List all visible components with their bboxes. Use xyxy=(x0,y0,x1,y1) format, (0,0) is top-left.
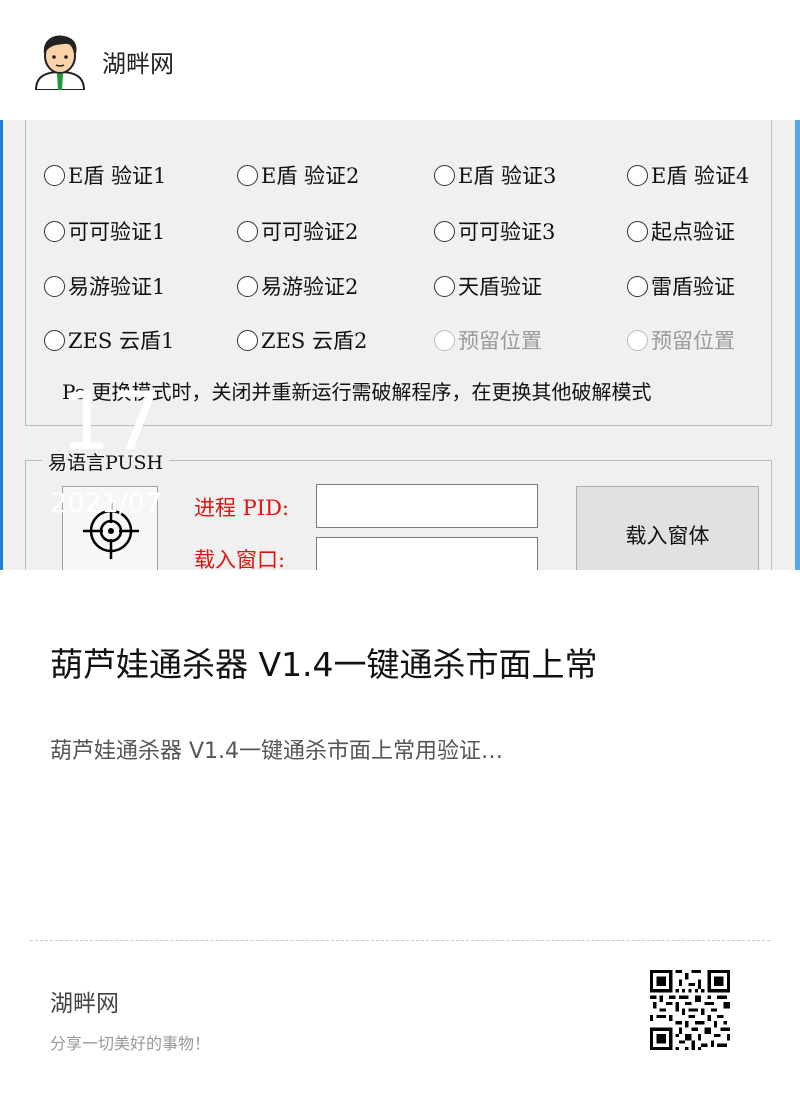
footer-slogan: 分享一切美好的事物！ xyxy=(50,1034,211,1053)
radio-reserved-1: 预留位置 xyxy=(434,327,542,353)
window-input[interactable] xyxy=(316,537,538,570)
radio-e-dun-2[interactable]: E盾 验证2 xyxy=(237,162,359,188)
post-date-day: 17 xyxy=(60,375,162,468)
post-date-year-month: 2021/07 xyxy=(50,488,163,519)
radio-zes-1[interactable]: ZES 云盾1 xyxy=(44,327,174,353)
radio-keke-2[interactable]: 可可验证2 xyxy=(237,218,358,244)
radio-circle-icon xyxy=(44,275,65,297)
radio-circle-icon xyxy=(44,220,65,242)
window-border-left xyxy=(0,120,3,570)
radio-reserved-2: 预留位置 xyxy=(627,327,735,353)
window-border-right xyxy=(795,120,800,570)
radio-e-dun-3[interactable]: E盾 验证3 xyxy=(434,162,556,188)
divider xyxy=(30,940,770,941)
cartoon-man-avatar-icon xyxy=(34,35,86,90)
radio-zes-2[interactable]: ZES 云盾2 xyxy=(237,327,367,353)
window-label: 载入窗口: xyxy=(194,548,286,570)
radio-circle-icon xyxy=(627,275,648,297)
radio-circle-icon xyxy=(434,164,455,186)
radio-keke-1[interactable]: 可可验证1 xyxy=(44,218,165,244)
radio-circle-icon xyxy=(44,164,65,186)
load-window-button[interactable]: 载入窗体 xyxy=(576,486,759,570)
radio-circle-icon xyxy=(434,275,455,297)
radio-circle-icon xyxy=(237,329,258,351)
site-name[interactable]: 湖畔网 xyxy=(102,44,174,79)
radio-circle-icon xyxy=(237,164,258,186)
post-screenshot: E盾 验证1 E盾 验证2 E盾 验证3 E盾 验证4 可可验证1 可可验证2 … xyxy=(0,120,800,570)
radio-circle-icon xyxy=(237,275,258,297)
radio-yiyou-2[interactable]: 易游验证2 xyxy=(237,273,358,299)
radio-circle-icon xyxy=(434,220,455,242)
pid-label: 进程 PID: xyxy=(194,496,290,520)
qr-code-icon xyxy=(650,970,730,1050)
radio-circle-icon xyxy=(627,164,648,186)
page-header: 湖畔网 xyxy=(0,0,800,120)
pid-input[interactable] xyxy=(316,484,538,528)
radio-circle-icon xyxy=(434,329,455,351)
radio-keke-3[interactable]: 可可验证3 xyxy=(434,218,555,244)
radio-e-dun-4[interactable]: E盾 验证4 xyxy=(627,162,749,188)
post-description: 葫芦娃通杀器 V1.4一键通杀市面上常用验证… xyxy=(50,739,504,764)
radio-leidun[interactable]: 雷盾验证 xyxy=(627,273,735,299)
post-title[interactable]: 葫芦娃通杀器 V1.4一键通杀市面上常 xyxy=(50,638,598,686)
radio-e-dun-1[interactable]: E盾 验证1 xyxy=(44,162,166,188)
radio-tiandun[interactable]: 天盾验证 xyxy=(434,273,542,299)
radio-yiyou-1[interactable]: 易游验证1 xyxy=(44,273,165,299)
radio-qidian[interactable]: 起点验证 xyxy=(627,218,735,244)
footer-site-name: 湖畔网 xyxy=(50,991,119,1017)
radio-circle-icon xyxy=(237,220,258,242)
radio-circle-icon xyxy=(44,329,65,351)
radio-circle-icon xyxy=(627,329,648,351)
radio-circle-icon xyxy=(627,220,648,242)
